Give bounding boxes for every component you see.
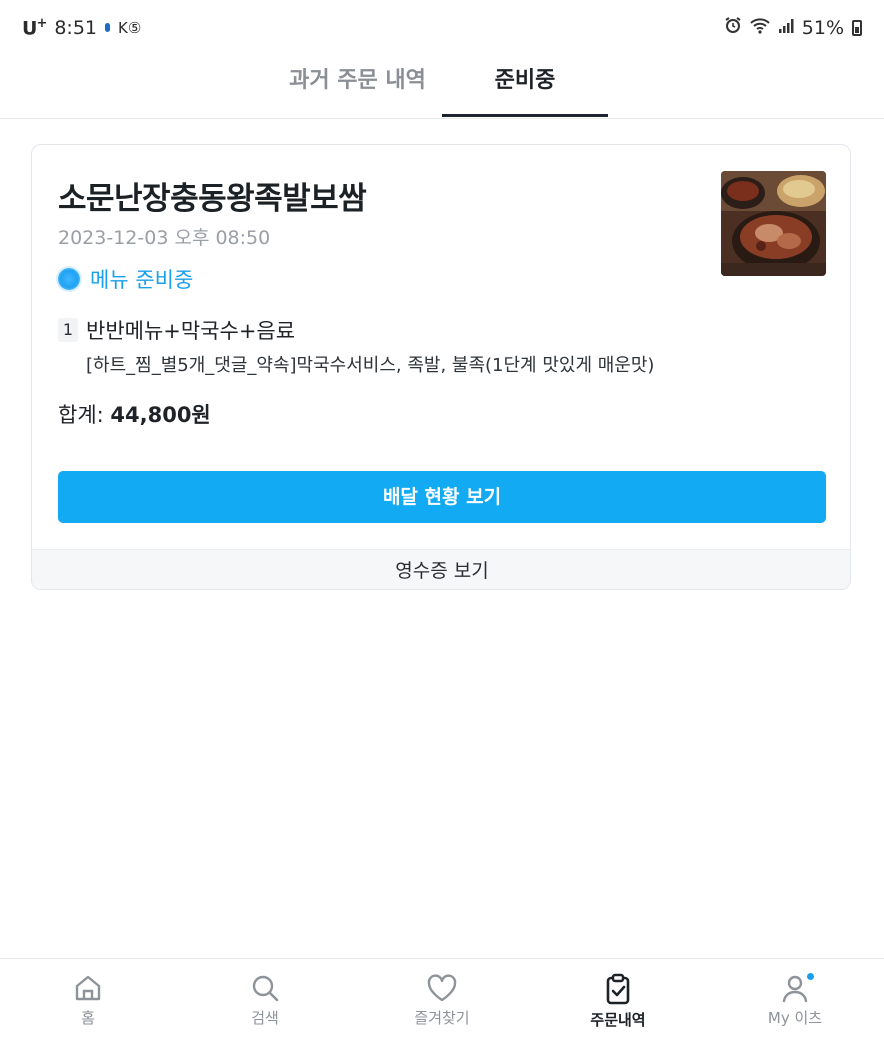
- store-name[interactable]: 소문난장충동왕족발보쌈: [58, 173, 367, 218]
- wifi-icon: [750, 17, 770, 39]
- status-bar-left: U+ 8:51 K⑤: [22, 16, 141, 39]
- user-icon: [782, 975, 808, 1003]
- tab-preparing[interactable]: 준비중: [442, 66, 608, 116]
- store-thumbnail[interactable]: [721, 171, 826, 276]
- carrier-label: U+: [22, 16, 47, 40]
- status-bar-right: 51%: [724, 16, 862, 39]
- vpn-icon: K⑤: [118, 18, 142, 37]
- order-card: 소문난장충동왕족발보쌈 2023-12-03 오후 08:50 메뉴 준비중 1…: [31, 144, 851, 590]
- nav-my-label: My 이츠: [767, 1009, 823, 1027]
- home-icon: [75, 975, 101, 1001]
- signal-icon: [778, 17, 794, 39]
- item-quantity: 1: [58, 318, 78, 342]
- nav-my-eats[interactable]: My 이츠: [715, 973, 875, 1028]
- nav-search[interactable]: 검색: [185, 973, 345, 1028]
- tab-past-orders[interactable]: 과거 주문 내역: [270, 66, 445, 116]
- alarm-icon: [724, 16, 742, 39]
- order-total: 합계: 44,800원: [58, 399, 211, 429]
- nav-home-label: 홈: [81, 1009, 95, 1027]
- nav-orders-label: 주문내역: [590, 1011, 646, 1029]
- nav-search-label: 검색: [251, 1009, 279, 1027]
- receipt-button[interactable]: 영수증 보기: [32, 549, 850, 589]
- item-options: [하트_찜_별5개_댓글_약속]막국수서비스, 족발, 불족(1단계 맛있게 매…: [86, 355, 655, 376]
- battery-icon: [852, 19, 862, 36]
- delivery-status-button[interactable]: 배달 현황 보기: [58, 471, 826, 523]
- status-indicator-icon: [58, 268, 80, 290]
- nav-favorites[interactable]: 즐겨찾기: [362, 973, 522, 1028]
- bottom-nav: 홈 검색 즐겨찾기 주문내역 My 이츠: [0, 958, 884, 1039]
- total-value: 44,800원: [110, 403, 211, 427]
- item-name: 반반메뉴+막국수+음료: [86, 319, 296, 343]
- nav-home[interactable]: 홈: [8, 973, 168, 1028]
- battery-percent: 51%: [801, 16, 844, 39]
- clock: 8:51: [54, 16, 98, 39]
- order-status: 메뉴 준비중: [58, 264, 193, 294]
- nav-favorites-label: 즐겨찾기: [414, 1009, 470, 1027]
- status-bar: U+ 8:51 K⑤ 51%: [0, 0, 884, 56]
- notification-dot-icon: [105, 23, 111, 33]
- order-tabs: 과거 주문 내역 준비중: [0, 56, 884, 119]
- order-date: 2023-12-03 오후 08:50: [58, 227, 271, 249]
- clipboard-check-icon: [606, 973, 630, 1005]
- heart-icon: [427, 974, 457, 1002]
- status-text: 메뉴 준비중: [90, 268, 194, 292]
- active-tab-indicator: [442, 114, 608, 117]
- total-label: 합계:: [58, 403, 111, 427]
- search-icon: [252, 975, 279, 1002]
- order-item: 1 반반메뉴+막국수+음료: [58, 315, 295, 345]
- new-badge-dot: [807, 973, 814, 980]
- nav-orders[interactable]: 주문내역: [538, 973, 698, 1030]
